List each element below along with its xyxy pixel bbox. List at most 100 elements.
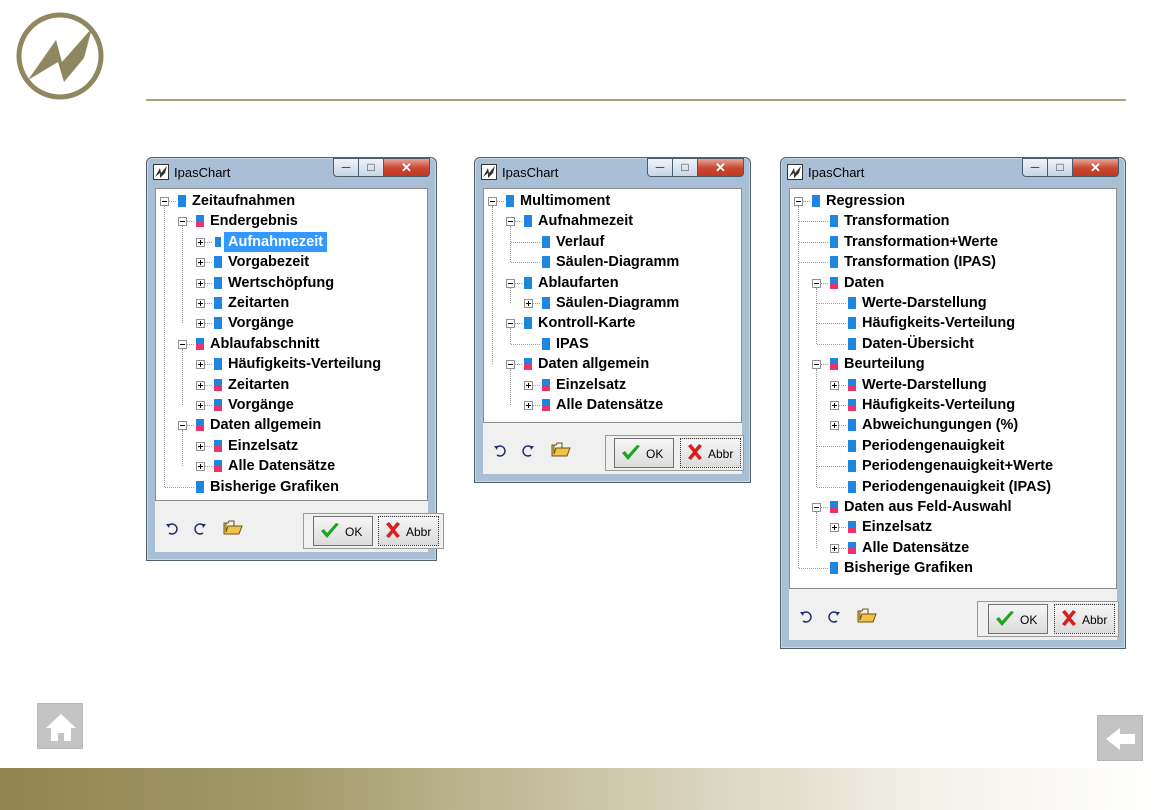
ok-button[interactable]: OK — [313, 516, 373, 546]
tree-node[interactable]: Daten allgemein — [156, 415, 427, 435]
tree-node[interactable]: Bisherige Grafiken — [790, 558, 1116, 578]
tree-node[interactable]: Zeitarten — [156, 375, 427, 395]
close-button[interactable]: ✕ — [698, 158, 744, 177]
maximize-button[interactable]: □ — [1048, 158, 1073, 177]
tree-node[interactable]: Daten aus Feld-Auswahl — [790, 497, 1116, 517]
tree-node[interactable]: Einzelsatz — [790, 517, 1116, 537]
tree-node[interactable]: Daten — [790, 273, 1116, 293]
collapse-icon[interactable] — [506, 217, 515, 227]
title-bar[interactable]: IpasChart ─ □ ✕ — [475, 158, 750, 186]
tree-view[interactable]: Regression Transformation Transformation+W… — [789, 188, 1117, 589]
expand-icon[interactable] — [196, 319, 205, 329]
back-button[interactable] — [1097, 715, 1143, 761]
expand-icon[interactable] — [830, 401, 839, 410]
tree-node[interactable]: Periodengenauigkeit+Werte — [790, 456, 1116, 476]
tree-node[interactable]: Werte-Darstellung — [790, 375, 1116, 395]
tree-node[interactable]: Daten-Übersicht — [790, 334, 1116, 354]
expand-icon[interactable] — [196, 401, 205, 410]
expand-icon[interactable] — [196, 237, 205, 247]
cancel-button[interactable]: Abbr — [680, 438, 741, 468]
minimize-button[interactable]: ─ — [647, 158, 673, 177]
collapse-icon[interactable] — [506, 278, 515, 288]
tree-node[interactable]: Wertschöpfung — [156, 273, 427, 293]
cancel-button[interactable]: Abbr — [378, 516, 439, 546]
tree-node[interactable]: Alle Datensätze — [790, 538, 1116, 558]
undo-button[interactable] — [165, 522, 179, 539]
expand-icon[interactable] — [830, 543, 839, 553]
expand-icon[interactable] — [196, 441, 205, 451]
cancel-button[interactable]: Abbr — [1054, 604, 1115, 634]
tree-node[interactable]: Zeitarten — [156, 293, 427, 313]
close-button[interactable]: ✕ — [384, 158, 430, 177]
collapse-icon[interactable] — [488, 197, 497, 206]
expand-icon[interactable] — [196, 278, 205, 288]
tree-node[interactable]: Verlauf — [484, 232, 741, 252]
collapse-icon[interactable] — [812, 503, 821, 512]
tree-node[interactable]: Periodengenauigkeit (IPAS) — [790, 477, 1116, 497]
redo-button[interactable] — [193, 522, 207, 539]
tree-node[interactable]: Beurteilung — [790, 354, 1116, 374]
open-folder-button[interactable] — [223, 519, 243, 539]
tree-node[interactable]: Vorgabezeit — [156, 252, 427, 272]
collapse-icon[interactable] — [178, 421, 187, 431]
tree-node[interactable]: Bisherige Grafiken — [156, 477, 427, 497]
expand-icon[interactable] — [196, 380, 205, 390]
expand-icon[interactable] — [524, 380, 533, 390]
tree-node[interactable]: Ablaufarten — [484, 273, 741, 293]
close-button[interactable]: ✕ — [1073, 158, 1119, 177]
tree-node[interactable]: Häufigkeits-Verteilung — [790, 313, 1116, 333]
tree-node[interactable]: Einzelsatz — [484, 375, 741, 395]
redo-button[interactable] — [521, 444, 535, 461]
title-bar[interactable]: IpasChart ─ □ ✕ — [147, 158, 436, 186]
tree-node[interactable]: Transformation (IPAS) — [790, 252, 1116, 272]
tree-node[interactable]: Häufigkeits-Verteilung — [790, 395, 1116, 415]
ok-button[interactable]: OK — [988, 604, 1048, 634]
tree-node[interactable]: Abweichungungen (%) — [790, 415, 1116, 435]
tree-node[interactable]: Regression — [790, 191, 1116, 211]
expand-icon[interactable] — [830, 380, 839, 390]
tree-node[interactable]: Ablaufabschnitt — [156, 334, 427, 354]
tree-node[interactable]: Säulen-Diagramm — [484, 252, 741, 272]
expand-icon[interactable] — [830, 523, 839, 533]
tree-node[interactable]: Alle Datensätze — [156, 456, 427, 476]
tree-node[interactable]: Säulen-Diagramm — [484, 293, 741, 313]
tree-node[interactable]: Aufnahmezeit — [156, 231, 427, 252]
maximize-button[interactable]: □ — [673, 158, 698, 177]
tree-node[interactable]: Transformation+Werte — [790, 232, 1116, 252]
collapse-icon[interactable] — [812, 278, 821, 288]
expand-icon[interactable] — [196, 360, 205, 370]
minimize-button[interactable]: ─ — [1022, 158, 1048, 177]
tree-node[interactable]: Einzelsatz — [156, 436, 427, 456]
tree-node[interactable]: Multimoment — [484, 191, 741, 211]
tree-node[interactable]: Kontroll-Karte — [484, 313, 741, 333]
expand-icon[interactable] — [196, 299, 205, 308]
tree-node[interactable]: Endergebnis — [156, 211, 427, 231]
tree-node[interactable]: Periodengenauigkeit — [790, 436, 1116, 456]
home-button[interactable] — [37, 703, 83, 749]
tree-node[interactable]: Werte-Darstellung — [790, 293, 1116, 313]
collapse-icon[interactable] — [794, 197, 803, 206]
collapse-icon[interactable] — [506, 319, 515, 329]
tree-view[interactable]: Multimoment Aufnahmezeit Verlauf Säulen-Dia… — [483, 188, 742, 423]
redo-button[interactable] — [827, 610, 841, 627]
collapse-icon[interactable] — [506, 360, 515, 370]
title-bar[interactable]: IpasChart ─ □ ✕ — [781, 158, 1125, 186]
tree-node[interactable]: Vorgänge — [156, 313, 427, 333]
undo-button[interactable] — [799, 610, 813, 627]
expand-icon[interactable] — [830, 421, 839, 431]
tree-node[interactable]: Daten allgemein — [484, 354, 741, 374]
expand-icon[interactable] — [196, 462, 205, 472]
tree-node[interactable]: Aufnahmezeit — [484, 211, 741, 231]
tree-node[interactable]: Vorgänge — [156, 395, 427, 415]
minimize-button[interactable]: ─ — [333, 158, 359, 177]
open-folder-button[interactable] — [551, 441, 571, 461]
collapse-icon[interactable] — [812, 360, 821, 370]
collapse-icon[interactable] — [178, 339, 187, 349]
expand-icon[interactable] — [196, 258, 205, 268]
tree-node[interactable]: Zeitaufnahmen — [156, 191, 427, 211]
tree-view[interactable]: Zeitaufnahmen Endergebnis Aufnahmezeit Vorg… — [155, 188, 428, 501]
maximize-button[interactable]: □ — [359, 158, 384, 177]
open-folder-button[interactable] — [857, 607, 877, 627]
tree-node[interactable]: Transformation — [790, 211, 1116, 231]
collapse-icon[interactable] — [178, 217, 187, 227]
